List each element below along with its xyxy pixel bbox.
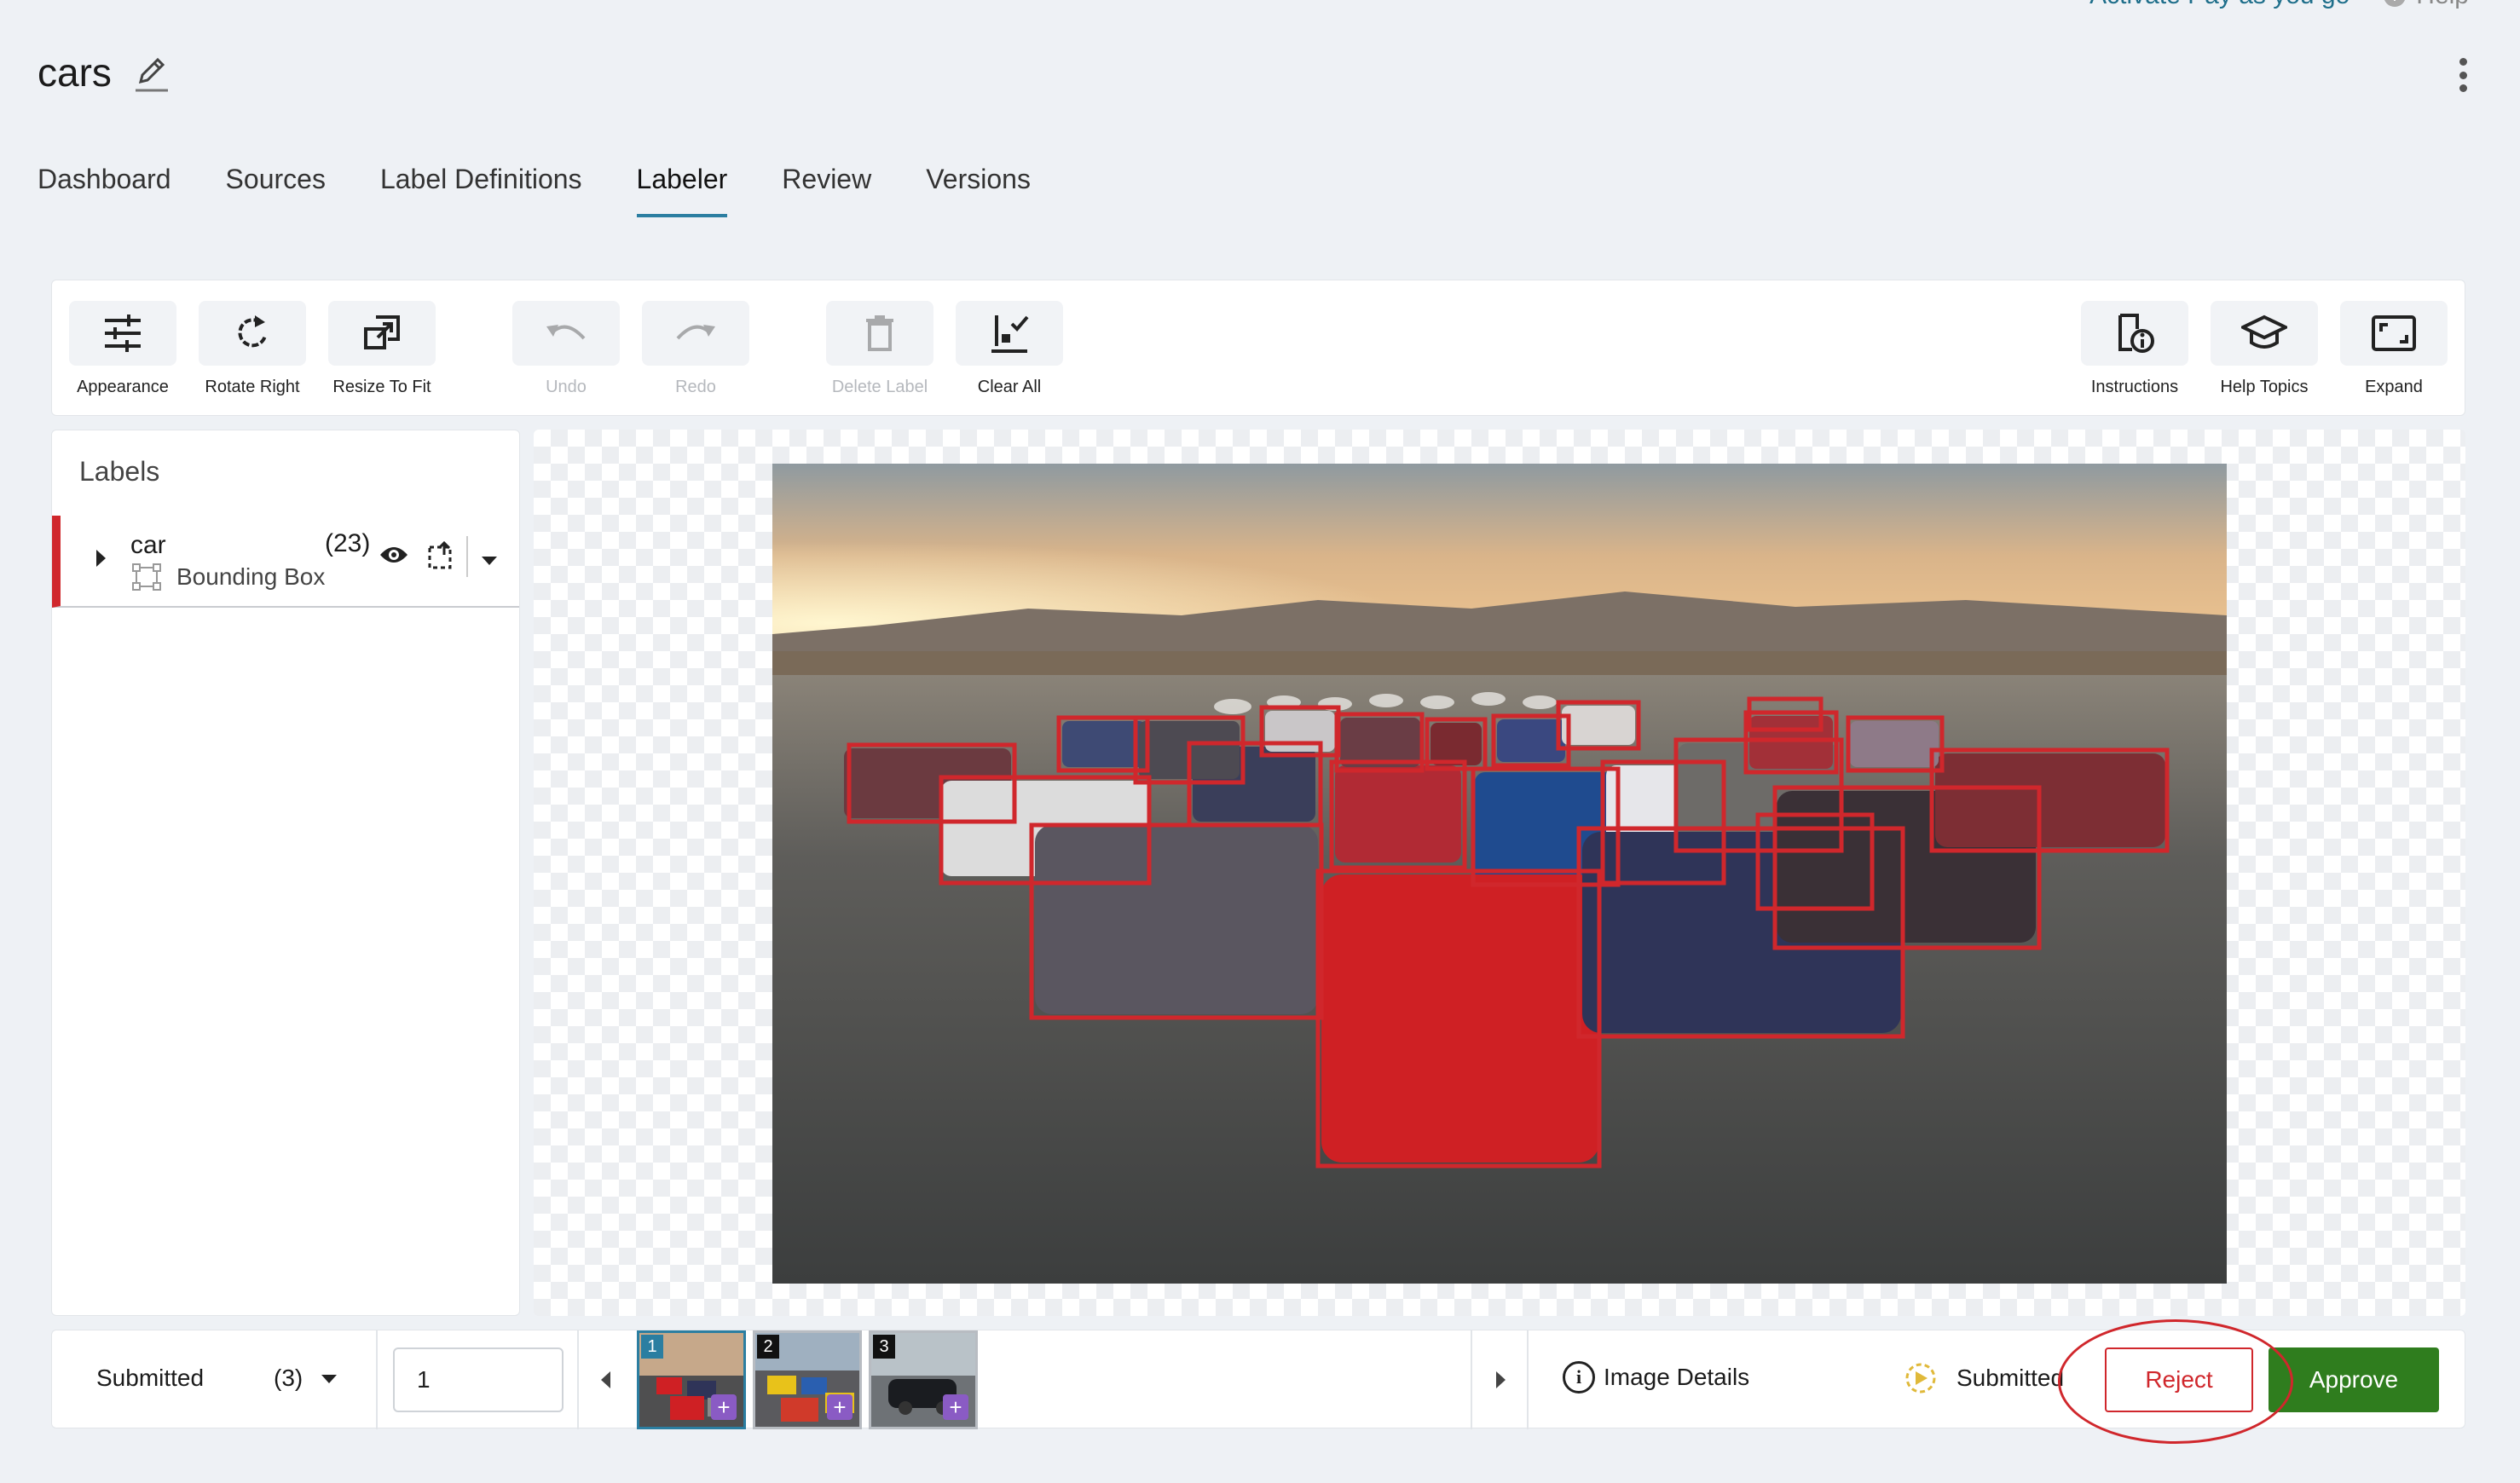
instructions-label: Instructions (2090, 378, 2179, 396)
add-to-batch-icon[interactable]: + (827, 1394, 853, 1420)
tab-versions[interactable]: Versions (926, 164, 1031, 217)
thumbnail-2[interactable]: 2 + (753, 1330, 862, 1429)
tab-review[interactable]: Review (782, 164, 871, 217)
sliders-icon (105, 314, 141, 352)
divider (1527, 1330, 1529, 1429)
bounding-box-icon (132, 563, 161, 591)
image-details-label: Image Details (1604, 1364, 1750, 1390)
resize-icon (364, 315, 400, 349)
help-label: Help (2416, 0, 2469, 10)
trash-icon (866, 315, 893, 351)
delete-label-button[interactable]: Delete Label (826, 301, 933, 397)
info-icon: i (1563, 1361, 1595, 1394)
label-type: Bounding Box (132, 563, 325, 591)
labeled-image[interactable] (772, 464, 2227, 1284)
divider (577, 1330, 579, 1429)
add-box-icon[interactable] (427, 540, 456, 576)
page-title: cars (38, 50, 112, 95)
help-link[interactable]: ? Help (2384, 0, 2469, 10)
reject-button[interactable]: Reject (2105, 1347, 2253, 1412)
instructions-icon (2118, 314, 2154, 353)
edit-title-icon[interactable] (134, 51, 171, 94)
delete-label-label: Delete Label (831, 378, 928, 396)
instructions-button[interactable]: Instructions (2081, 301, 2188, 397)
rotate-right-label: Rotate Right (205, 378, 300, 396)
tab-dashboard[interactable]: Dashboard (38, 164, 171, 217)
expand-caret-icon[interactable] (96, 550, 106, 567)
pay-as-you-go-link[interactable]: Activate Pay as you go (2089, 0, 2349, 10)
label-options-dropdown-icon[interactable] (482, 557, 497, 565)
add-to-batch-icon[interactable]: + (943, 1394, 968, 1420)
appearance-button[interactable]: Appearance (69, 301, 176, 397)
add-to-batch-icon[interactable]: + (711, 1394, 737, 1420)
tab-labeler[interactable]: Labeler (636, 164, 727, 217)
status-filter-count: (3) (274, 1365, 303, 1391)
redo-label: Redo (675, 378, 716, 396)
appearance-label: Appearance (77, 378, 169, 396)
resize-to-fit-button[interactable]: Resize To Fit (328, 301, 436, 397)
graduation-cap-icon (2241, 314, 2287, 349)
thumbnail-number: 2 (757, 1335, 779, 1359)
status-filter-dropdown-icon[interactable] (321, 1375, 337, 1383)
submitted-status: Submitted (1904, 1361, 2064, 1395)
expand-icon (2372, 315, 2416, 351)
resize-to-fit-label: Resize To Fit (332, 378, 431, 396)
help-topics-button[interactable]: Help Topics (2211, 301, 2318, 397)
prev-image-icon[interactable] (601, 1371, 610, 1388)
undo-button[interactable]: Undo (512, 301, 620, 397)
label-count: (23) (325, 529, 371, 557)
thumbnail-number: 1 (641, 1335, 663, 1359)
label-row-car[interactable]: car (23) Bounding Box (52, 516, 519, 608)
submitted-status-label: Submitted (1956, 1365, 2065, 1391)
approve-button[interactable]: Approve (2269, 1347, 2439, 1412)
labeling-canvas[interactable] (534, 430, 2465, 1316)
page-number-input[interactable] (393, 1347, 564, 1412)
rotate-right-icon (238, 315, 267, 348)
label-name: car (130, 531, 166, 559)
undo-icon (546, 325, 586, 340)
clear-all-button[interactable]: Clear All (956, 301, 1063, 397)
rotate-right-button[interactable]: Rotate Right (199, 301, 306, 397)
thumbnail-3[interactable]: 3 + (869, 1330, 978, 1429)
thumbnail-1[interactable]: 1 + (637, 1330, 746, 1429)
redo-icon (676, 325, 715, 340)
expand-label: Expand (2365, 378, 2423, 396)
expand-button[interactable]: Expand (2340, 301, 2448, 397)
clear-all-label: Clear All (977, 378, 1042, 396)
submitted-status-icon (1905, 1363, 1936, 1394)
more-options-icon[interactable] (2457, 58, 2469, 92)
divider (1471, 1330, 1472, 1429)
top-links: Activate Pay as you go ? Help (2089, 0, 2469, 10)
labels-heading: Labels (79, 456, 160, 487)
row-divider (466, 536, 468, 577)
project-tabs: Dashboard Sources Label Definitions Labe… (38, 164, 1031, 217)
tab-sources[interactable]: Sources (226, 164, 326, 217)
help-icon: ? (2384, 0, 2407, 7)
project-header: cars (38, 49, 171, 95)
tab-label-definitions[interactable]: Label Definitions (380, 164, 582, 217)
bottom-bar: Submitted (3) 1 + 2 + 3 + i Image Detail… (51, 1330, 2465, 1429)
status-filter-label[interactable]: Submitted (96, 1365, 204, 1392)
visibility-eye-icon[interactable] (379, 545, 408, 569)
help-topics-label: Help Topics (2220, 378, 2309, 396)
labeler-toolbar: Appearance Rotate Right Resize To Fit Un… (51, 280, 2465, 416)
next-image-icon[interactable] (1496, 1371, 1506, 1388)
image-details-button[interactable]: i Image Details (1563, 1361, 1749, 1394)
undo-label: Undo (546, 378, 587, 396)
label-type-text: Bounding Box (176, 563, 326, 590)
thumbnail-number: 3 (873, 1335, 895, 1359)
divider (376, 1330, 378, 1429)
clear-all-icon (991, 315, 1029, 353)
labels-panel: Labels car (23) Bounding Box (51, 430, 520, 1316)
redo-button[interactable]: Redo (642, 301, 749, 397)
